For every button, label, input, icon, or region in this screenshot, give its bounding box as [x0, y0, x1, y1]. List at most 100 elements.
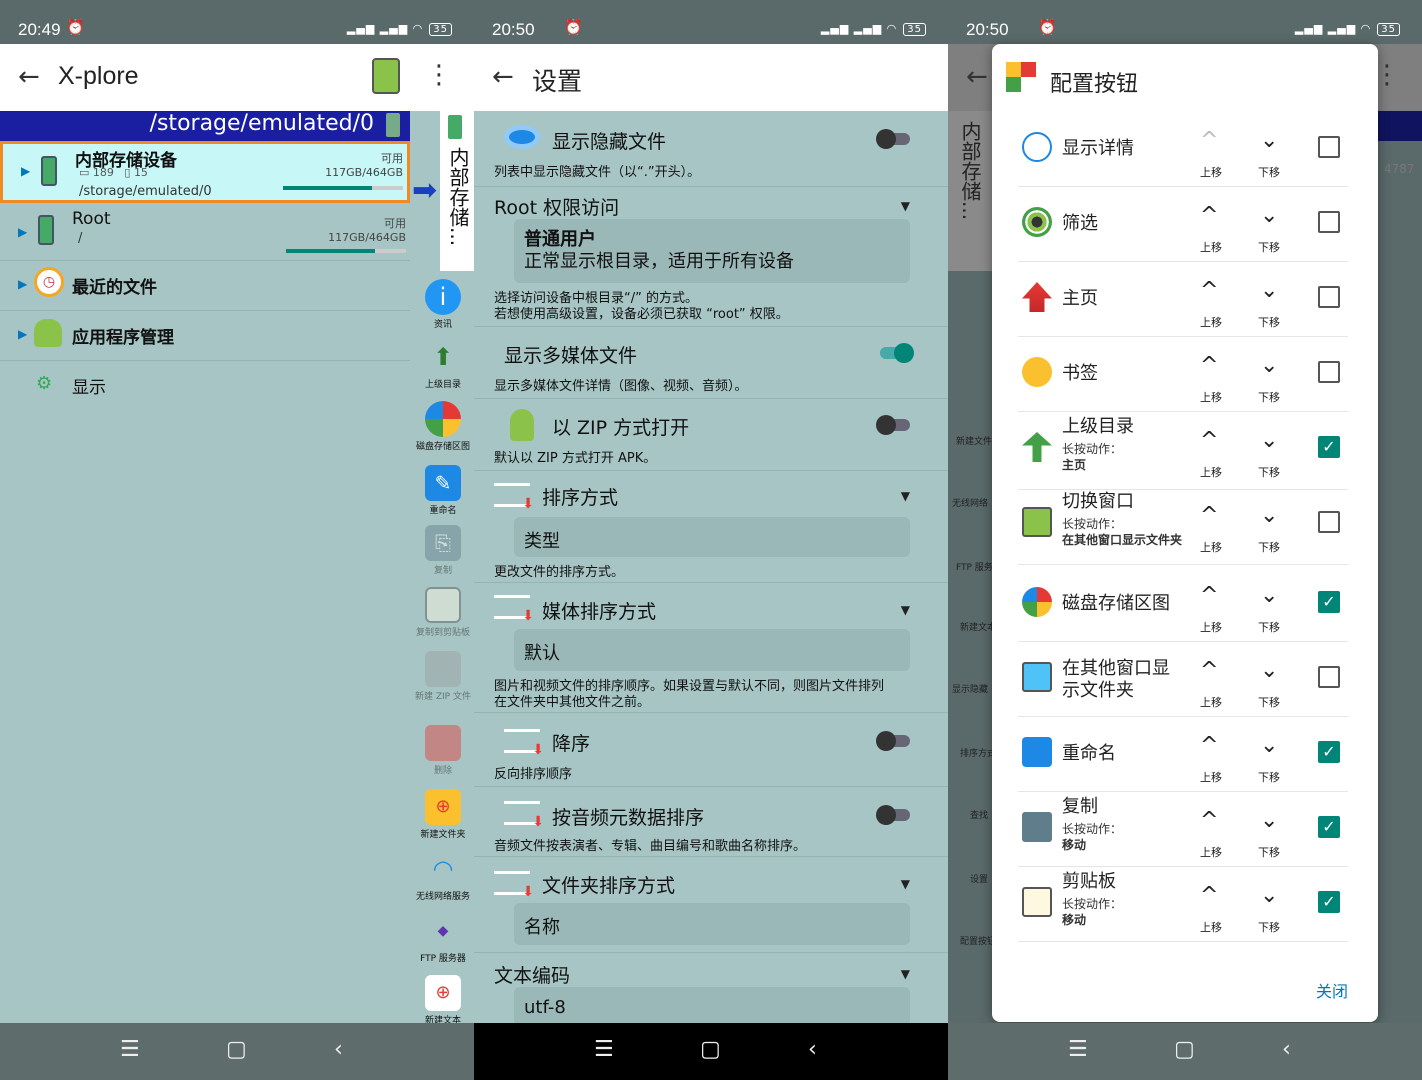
media-files-toggle[interactable]	[880, 343, 914, 363]
home-nav-icon[interactable]: ▢	[1174, 1037, 1195, 1062]
move-down-icon[interactable]: ⌄	[1260, 503, 1278, 528]
toolbar-wifi[interactable]: ◠ 无线网络服务	[414, 851, 472, 902]
move-up-icon[interactable]: ^	[1200, 808, 1218, 833]
move-up-icon[interactable]: ^	[1200, 658, 1218, 683]
expand-arrow-icon[interactable]: ▶	[18, 277, 27, 291]
move-up-label: 上移	[1200, 391, 1222, 404]
toolbar-new-zip[interactable]: 新建 ZIP 文件	[414, 651, 472, 702]
toolbar-info[interactable]: i 资讯	[414, 279, 472, 330]
move-down-icon[interactable]: ⌄	[1260, 883, 1278, 908]
expand-arrow-icon[interactable]: ▶	[18, 225, 27, 239]
setting-folder-sort[interactable]: ⬇ 文件夹排序方式 ▼ 名称	[474, 857, 948, 953]
back-nav-icon[interactable]: ‹	[334, 1037, 343, 1062]
window-tab[interactable]: 内部存储...	[440, 111, 474, 271]
move-up-icon[interactable]: ^	[1200, 353, 1218, 378]
enable-checkbox[interactable]: ✓	[1318, 741, 1340, 763]
enable-checkbox[interactable]: ✓	[1318, 591, 1340, 613]
menu-nav-icon[interactable]: ☰	[120, 1037, 140, 1062]
setting-open-zip[interactable]: 以 ZIP 方式打开 默认以 ZIP 方式打开 APK。	[474, 399, 948, 471]
move-down-icon[interactable]: ⌄	[1260, 353, 1278, 378]
list-item-root[interactable]: ▶ Root / 可用 117GB/464GB	[0, 205, 410, 257]
move-down-icon[interactable]: ⌄	[1260, 733, 1278, 758]
nav-bar: ☰ ▢ ‹	[948, 1023, 1422, 1080]
back-nav-icon[interactable]: ‹	[1282, 1037, 1291, 1062]
list-item-internal-storage[interactable]: ▶ 内部存储设备 ▭ 189 ▯ 15 /storage/emulated/0 …	[0, 141, 410, 203]
dropdown-arrow-icon[interactable]: ▼	[901, 199, 910, 213]
move-up-icon[interactable]: ^	[1200, 428, 1218, 453]
back-arrow-icon[interactable]: ←	[492, 62, 514, 92]
hidden-files-toggle[interactable]	[876, 129, 910, 149]
move-down-icon[interactable]: ⌄	[1260, 428, 1278, 453]
move-up-icon[interactable]: ^	[1200, 128, 1218, 153]
dropdown-arrow-icon[interactable]: ▼	[901, 489, 910, 503]
toolbar-delete[interactable]: 删除	[414, 725, 472, 776]
toolbar-ftp[interactable]: ◆ FTP 服务器	[414, 913, 472, 964]
enable-checkbox[interactable]: ✓	[1318, 436, 1340, 458]
menu-nav-icon[interactable]: ☰	[1068, 1037, 1088, 1062]
toolbar-rename[interactable]: ✎ 重命名	[414, 465, 472, 516]
more-options-icon[interactable]: ⋮	[426, 60, 452, 90]
move-down-label: 下移	[1258, 466, 1280, 479]
toolbar-new-folder[interactable]: ⊕ 新建文件夹	[414, 789, 472, 840]
enable-checkbox[interactable]	[1318, 511, 1340, 533]
enable-checkbox[interactable]	[1318, 136, 1340, 158]
move-down-icon[interactable]: ⌄	[1260, 203, 1278, 228]
enable-checkbox[interactable]	[1318, 211, 1340, 233]
back-nav-icon[interactable]: ‹	[808, 1037, 817, 1062]
toolbar-new-text[interactable]: ⊕ 新建文本	[414, 975, 472, 1026]
setting-sort-mode[interactable]: ⬇ 排序方式 ▼ 类型 更改文件的排序方式。	[474, 471, 948, 583]
zip-toggle[interactable]	[876, 415, 910, 435]
move-down-icon[interactable]: ⌄	[1260, 808, 1278, 833]
sort-mode-select[interactable]: 类型	[514, 517, 910, 557]
expand-arrow-icon[interactable]: ▶	[18, 327, 27, 341]
move-up-icon[interactable]: ^	[1200, 733, 1218, 758]
dropdown-arrow-icon[interactable]: ▼	[901, 603, 910, 617]
move-up-icon[interactable]: ^	[1200, 203, 1218, 228]
enable-checkbox[interactable]	[1318, 286, 1340, 308]
dropdown-arrow-icon[interactable]: ▼	[901, 877, 910, 891]
enable-checkbox[interactable]: ✓	[1318, 816, 1340, 838]
audio-sort-toggle[interactable]	[876, 805, 910, 825]
move-down-icon[interactable]: ⌄	[1260, 583, 1278, 608]
move-up-icon[interactable]: ^	[1200, 883, 1218, 908]
list-item-app-manager[interactable]: ▶ 应用程序管理	[0, 310, 410, 358]
list-item-recent[interactable]: ▶ ◷ 最近的文件	[0, 260, 410, 308]
move-down-icon[interactable]: ⌄	[1260, 128, 1278, 153]
back-arrow-icon[interactable]: ←	[18, 62, 40, 92]
move-up-icon[interactable]: ^	[1200, 503, 1218, 528]
setting-show-media[interactable]: 显示多媒体文件 显示多媒体文件详情（图像、视频、音频）。	[474, 327, 948, 399]
close-button[interactable]: 关闭	[1316, 978, 1348, 1002]
enable-checkbox[interactable]	[1318, 666, 1340, 688]
home-nav-icon[interactable]: ▢	[700, 1037, 721, 1062]
setting-root-access[interactable]: Root 权限访问 ▼ 普通用户 正常显示根目录，适用于所有设备 选择访问设备中…	[474, 187, 948, 327]
folder-sort-select[interactable]: 名称	[514, 903, 910, 945]
setting-media-sort[interactable]: ⬇ 媒体排序方式 ▼ 默认 图片和视频文件的排序顺序。如果设置与默认不同，则图片…	[474, 583, 948, 713]
move-down-label: 下移	[1258, 166, 1280, 179]
move-up-icon[interactable]: ^	[1200, 278, 1218, 303]
setting-descending[interactable]: ⬇ 降序 反向排序顺序	[474, 713, 948, 787]
setting-show-hidden[interactable]: 显示隐藏文件 列表中显示隐藏文件（以“.”开头）。	[474, 111, 948, 187]
move-down-icon[interactable]: ⌄	[1260, 658, 1278, 683]
enable-checkbox[interactable]: ✓	[1318, 891, 1340, 913]
enable-checkbox[interactable]	[1318, 361, 1340, 383]
dropdown-arrow-icon[interactable]: ▼	[901, 967, 910, 981]
toolbar-parent-dir[interactable]: ⬆ 上级目录	[414, 339, 472, 390]
menu-nav-icon[interactable]: ☰	[594, 1037, 614, 1062]
setting-text-encoding[interactable]: 文本编码 ▼ utf-8	[474, 953, 948, 1027]
list-item-display[interactable]: ⚙ 显示	[0, 360, 410, 408]
switch-window-icon[interactable]	[372, 58, 400, 94]
setting-audio-sort[interactable]: ⬇ 按音频元数据排序 音频文件按表演者、专辑、曲目编号和歌曲名称排序。	[474, 787, 948, 857]
root-access-select[interactable]: 普通用户 正常显示根目录，适用于所有设备	[514, 219, 910, 283]
toolbar-clipboard[interactable]: 复制到剪贴板	[414, 587, 472, 638]
sort-icon: ⬇	[504, 729, 544, 758]
media-sort-select[interactable]: 默认	[514, 629, 910, 671]
move-up-icon[interactable]: ^	[1200, 583, 1218, 608]
encoding-select[interactable]: utf-8	[514, 987, 910, 1027]
descending-toggle[interactable]	[876, 731, 910, 751]
toolbar-copy[interactable]: ⎘ 复制	[414, 525, 472, 576]
expand-arrow-icon[interactable]: ▶	[21, 164, 30, 178]
home-nav-icon[interactable]: ▢	[226, 1037, 247, 1062]
button-row: 上级目录 长按动作： 主页 ^ ⌄ 上移 下移 ✓	[1018, 412, 1348, 490]
toolbar-disk-map[interactable]: 磁盘存储区图	[414, 401, 472, 452]
move-down-icon[interactable]: ⌄	[1260, 278, 1278, 303]
